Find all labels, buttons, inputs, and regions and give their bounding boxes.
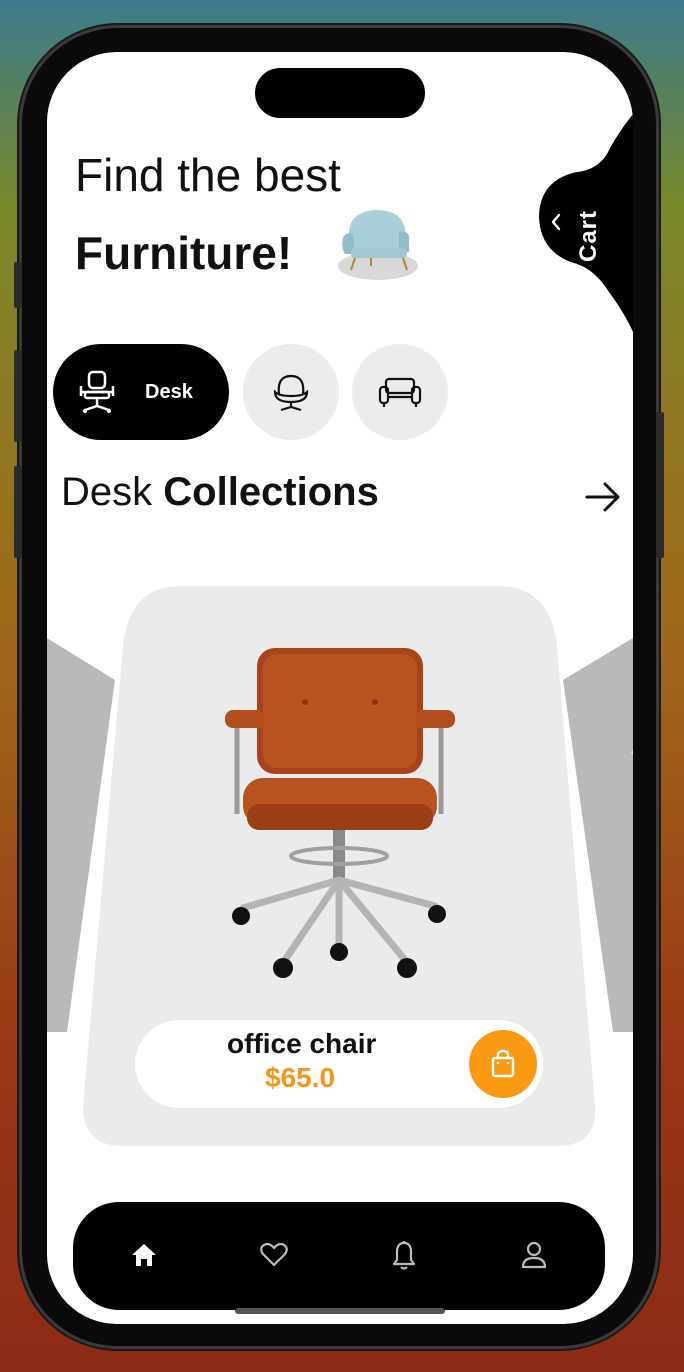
home-indicator <box>235 1308 445 1314</box>
nav-notifications[interactable] <box>389 1240 419 1270</box>
page-title-line2: Furniture! <box>75 227 293 279</box>
category-desk-button[interactable]: Desk <box>53 344 229 440</box>
nav-home[interactable] <box>129 1240 159 1270</box>
category-armchair-button[interactable] <box>243 344 339 440</box>
shopping-bag-icon <box>491 1049 515 1078</box>
page-title-line1: Find the best <box>75 149 341 201</box>
nav-profile[interactable] <box>519 1240 549 1270</box>
cart-label[interactable]: Cart <box>575 210 603 262</box>
side-button <box>14 262 22 308</box>
add-to-cart-button[interactable] <box>469 1030 537 1098</box>
armchair-icon <box>273 374 309 412</box>
section-title: Desk Collections <box>61 470 379 515</box>
section-title-bold: Collections <box>163 470 379 514</box>
bottom-navigation <box>73 1202 605 1310</box>
bell-icon <box>392 1241 416 1270</box>
power-button <box>656 412 664 558</box>
home-icon <box>132 1244 156 1266</box>
product-image <box>225 648 455 978</box>
armchair-illustration-icon <box>338 210 418 280</box>
nav-favorites[interactable] <box>259 1240 289 1270</box>
desk-chair-icon <box>79 370 115 413</box>
category-desk-label: Desk <box>145 380 193 403</box>
product-info[interactable]: office chair $65.0 <box>135 1020 543 1108</box>
volume-up-button <box>14 350 22 442</box>
dynamic-island <box>255 68 425 118</box>
chevron-left-icon[interactable] <box>547 210 565 234</box>
volume-down-button <box>14 466 22 558</box>
product-name: office chair <box>227 1028 377 1059</box>
section-title-light: Desk <box>61 470 153 514</box>
sofa-icon <box>378 377 422 407</box>
heart-icon <box>260 1242 288 1267</box>
arrow-right-icon[interactable] <box>583 477 623 517</box>
profile-icon <box>521 1241 547 1269</box>
app-screen: Find the best Furniture! Cart Desk Desk … <box>47 52 633 1324</box>
product-price: $65.0 <box>265 1062 336 1093</box>
category-sofa-button[interactable] <box>352 344 448 440</box>
